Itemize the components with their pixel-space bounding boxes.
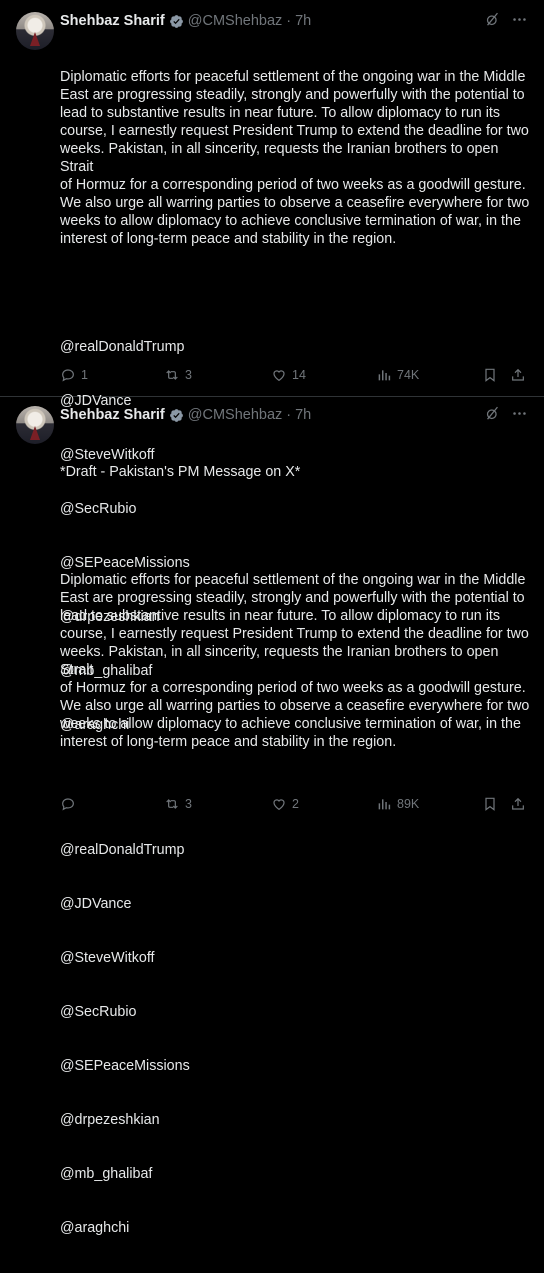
separator-dot: ·	[286, 407, 292, 423]
views-button[interactable]: 74K	[376, 367, 419, 383]
views-button[interactable]: 89K	[376, 796, 419, 812]
like-icon	[273, 370, 285, 382]
tweet[interactable]: Shehbaz Sharif @CMShehbaz · 7h *Draft - …	[0, 397, 544, 1236]
like-icon	[273, 799, 285, 811]
mention-link[interactable]: @mb_ghalibaf	[60, 1165, 530, 1183]
repost-icon	[166, 370, 178, 380]
views-icon	[378, 370, 391, 381]
tweet-top-actions	[484, 11, 528, 28]
views-icon	[378, 799, 391, 810]
reply-button[interactable]	[60, 796, 81, 812]
share-button[interactable]	[510, 367, 526, 383]
tweet-text: *Draft - Pakistan's PM Message on X* Dip…	[60, 427, 530, 1273]
repost-count: 3	[185, 368, 192, 382]
bookmark-button[interactable]	[482, 796, 498, 812]
tweet-header: Shehbaz Sharif @CMShehbaz · 7h	[60, 405, 311, 425]
tweet-prefix: *Draft - Pakistan's PM Message on X*	[60, 464, 301, 480]
mention-link[interactable]: @araghchi	[60, 1219, 530, 1237]
tweet-header: Shehbaz Sharif @CMShehbaz · 7h	[60, 11, 311, 31]
like-count: 2	[292, 797, 299, 811]
repost-button[interactable]: 3	[164, 796, 192, 812]
bookmark-button[interactable]	[482, 367, 498, 383]
share-button[interactable]	[510, 796, 526, 812]
verified-badge-icon	[169, 408, 183, 422]
like-button[interactable]: 14	[271, 367, 306, 383]
mention-link[interactable]: @SEPeaceMissions	[60, 1057, 530, 1075]
timestamp[interactable]: 7h	[295, 13, 311, 29]
verified-badge-icon	[169, 14, 183, 28]
tweet[interactable]: Shehbaz Sharif @CMShehbaz · 7h Diplomati…	[0, 0, 544, 733]
bookmark-icon	[485, 797, 495, 811]
author-handle[interactable]: @CMShehbaz	[188, 407, 283, 423]
reply-icon	[62, 369, 74, 382]
grok-icon[interactable]	[484, 405, 501, 422]
avatar[interactable]	[16, 12, 54, 50]
author-handle[interactable]: @CMShehbaz	[188, 13, 283, 29]
views-count: 89K	[397, 797, 420, 811]
mention-link[interactable]: @SecRubio	[60, 1003, 530, 1021]
mention-link[interactable]: @realDonaldTrump	[60, 841, 530, 859]
share-icon	[512, 368, 524, 381]
mention-link[interactable]: @drpezeshkian	[60, 1111, 530, 1129]
more-icon[interactable]	[511, 405, 528, 422]
reply-count: 1	[81, 368, 88, 382]
mention-link[interactable]: @SteveWitkoff	[60, 949, 530, 967]
views-count: 74K	[397, 368, 420, 382]
tweet-actions: 3 2 89K	[60, 796, 528, 816]
author-name[interactable]: Shehbaz Sharif	[60, 13, 165, 29]
more-icon[interactable]	[511, 11, 528, 28]
like-button[interactable]: 2	[271, 796, 299, 812]
timestamp[interactable]: 7h	[295, 407, 311, 423]
grok-icon[interactable]	[484, 11, 501, 28]
tweet-top-actions	[484, 405, 528, 422]
bookmark-icon	[485, 368, 495, 382]
reply-button[interactable]: 1	[60, 367, 88, 383]
mention-link[interactable]: @realDonaldTrump	[60, 338, 530, 356]
author-name[interactable]: Shehbaz Sharif	[60, 407, 165, 423]
share-icon	[512, 797, 524, 810]
repost-button[interactable]: 3	[164, 367, 192, 383]
avatar[interactable]	[16, 406, 54, 444]
separator-dot: ·	[286, 13, 292, 29]
mention-link[interactable]: @JDVance	[60, 895, 530, 913]
like-count: 14	[292, 368, 306, 382]
repost-icon	[166, 799, 178, 809]
tweet-actions: 1 3 14 74K	[60, 367, 528, 387]
repost-count: 3	[185, 797, 192, 811]
reply-icon	[62, 798, 74, 811]
tweet-body: Diplomatic efforts for peaceful settleme…	[60, 69, 530, 247]
tweet-body: Diplomatic efforts for peaceful settleme…	[60, 572, 530, 750]
